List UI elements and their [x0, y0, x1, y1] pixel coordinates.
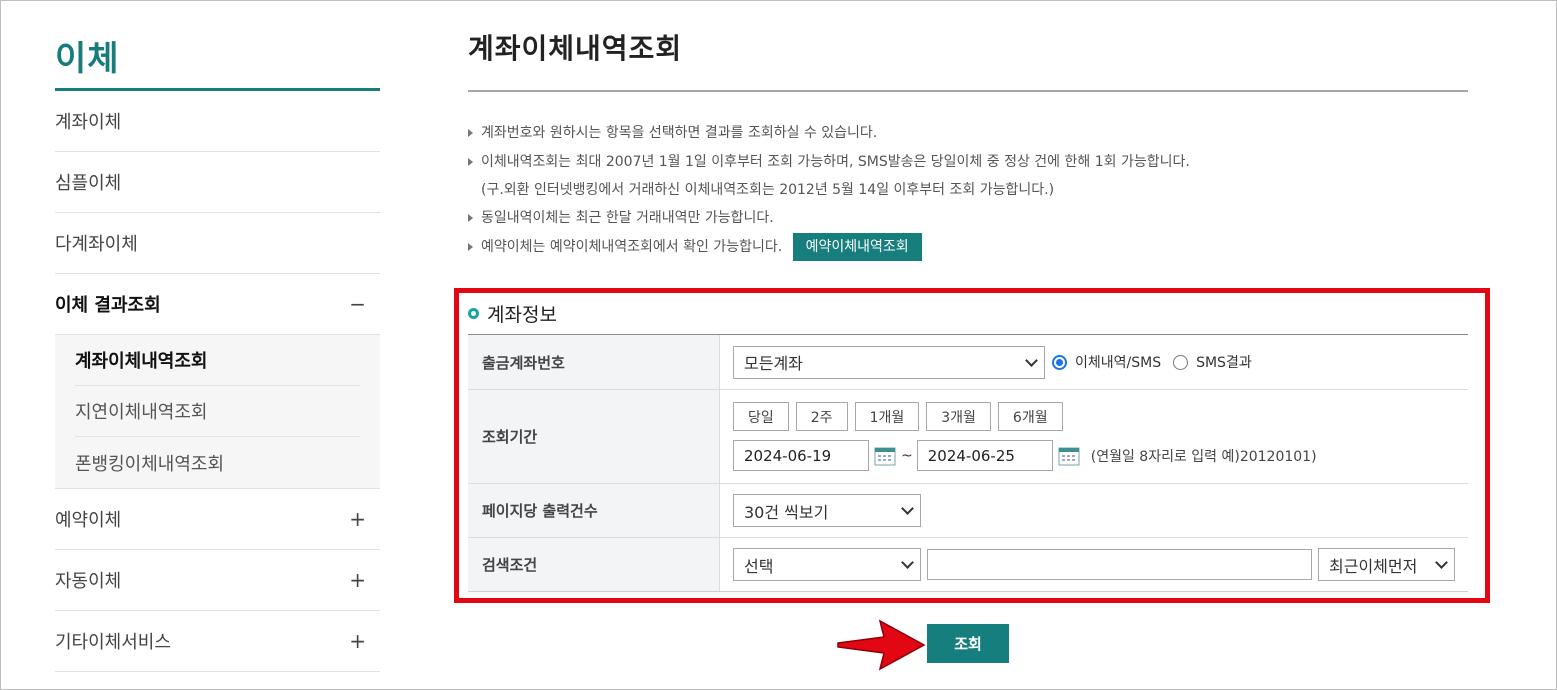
sort-order-select-value: 최근이체먼저	[1329, 556, 1418, 576]
page-size-select[interactable]: 30건 씩보기	[733, 494, 921, 527]
period-6months-button[interactable]: 6개월	[997, 402, 1063, 431]
sidebar-item-auto-transfer[interactable]: 자동이체 +	[55, 550, 380, 611]
account-label: 출금계좌번호	[468, 335, 720, 389]
expand-icon[interactable]: +	[349, 629, 366, 653]
sidebar-item-label: 계좌이체	[55, 112, 122, 133]
sidebar-item-transfer-results[interactable]: 이체 결과조회 −	[55, 274, 380, 335]
sidebar-nav: 이체 계좌이체 심플이체 다계좌이체 이체 결과조회 − 계좌이체내역조회 지연…	[55, 1, 380, 672]
sidebar-item-account-transfer[interactable]: 계좌이체	[55, 91, 380, 152]
date-format-hint: (연월일 8자리로 입력 예)20120101)	[1090, 448, 1317, 465]
bullet-circle-icon	[468, 308, 479, 319]
notice-text: 예약이체는 예약이체내역조회에서 확인 가능합니다.	[481, 239, 783, 255]
sidebar-item-scheduled-transfer[interactable]: 예약이체 +	[55, 489, 380, 550]
notice-item: 계좌번호와 원하시는 항목을 선택하면 결과를 조회하실 수 있습니다.	[468, 119, 1468, 148]
calendar-icon[interactable]	[1058, 446, 1080, 466]
search-submit-button[interactable]: 조회	[927, 624, 1009, 663]
sidebar-item-multi-account-transfer[interactable]: 다계좌이체	[55, 213, 380, 274]
page-size-select-value: 30건 씩보기	[744, 502, 829, 522]
chevron-down-icon	[901, 502, 914, 515]
chevron-down-icon	[901, 556, 914, 569]
search-condition-label: 검색조건	[468, 538, 720, 591]
sidebar-item-label: 다계좌이체	[55, 234, 138, 255]
period-button-group: 당일 2주 1개월 3개월 6개월	[733, 402, 1455, 431]
notice-item: 동일내역이체는 최근 한달 거래내역만 가능합니다.	[468, 204, 1468, 233]
submenu-item-delayed-transfer-history[interactable]: 지연이체내역조회	[75, 386, 360, 437]
scheduled-transfer-history-button[interactable]: 예약이체내역조회	[792, 233, 922, 261]
pointer-arrow-icon	[837, 619, 926, 671]
sidebar-item-label: 심플이체	[55, 173, 122, 194]
chevron-down-icon	[1435, 556, 1448, 569]
sidebar-item-label: 이체 결과조회	[55, 295, 161, 316]
notice-item-note: (구.외환 인터넷뱅킹에서 거래하신 이체내역조회는 2012년 5월 14일 …	[481, 182, 1055, 198]
period-1month-button[interactable]: 1개월	[854, 402, 920, 431]
title-divider	[468, 90, 1468, 92]
sort-order-select[interactable]: 최근이체먼저	[1318, 548, 1455, 581]
form-row-account: 출금계좌번호 모든계좌 이체내역/SMS SMS결과	[468, 335, 1468, 390]
radio-transfer-history-label: 이체내역/SMS	[1075, 355, 1162, 371]
period-2weeks-button[interactable]: 2주	[795, 402, 848, 431]
date-separator: ~	[901, 447, 913, 464]
collapse-icon[interactable]: −	[349, 292, 366, 316]
chevron-down-icon	[1025, 353, 1038, 367]
notice-list: 계좌번호와 원하시는 항목을 선택하면 결과를 조회하실 수 있습니다. 이체내…	[468, 119, 1468, 262]
sidebar-item-label: 기타이체서비스	[55, 632, 171, 653]
search-type-select[interactable]: 선택	[733, 548, 921, 581]
search-keyword-input[interactable]	[927, 549, 1312, 580]
submenu-item-phonebanking-transfer-history[interactable]: 폰뱅킹이체내역조회	[75, 437, 360, 488]
page-title: 계좌이체내역조회	[468, 32, 683, 65]
form-row-search: 검색조건 선택 최근이체먼저	[468, 538, 1468, 591]
sidebar-item-other-services[interactable]: 기타이체서비스 +	[55, 611, 380, 672]
radio-transfer-history[interactable]	[1052, 354, 1067, 370]
radio-sms-result[interactable]	[1173, 354, 1189, 370]
radio-sms-result-label: SMS결과	[1196, 355, 1252, 371]
sidebar-submenu: 계좌이체내역조회 지연이체내역조회 폰뱅킹이체내역조회	[55, 335, 380, 489]
notice-item-with-button: 예약이체는 예약이체내역조회에서 확인 가능합니다. 예약이체내역조회	[468, 233, 1468, 262]
page-size-label: 페이지당 출력건수	[468, 484, 720, 537]
period-today-button[interactable]: 당일	[733, 402, 789, 431]
notice-item: 이체내역조회는 최대 2007년 1월 1일 이후부터 조회 가능하며, SMS…	[468, 148, 1468, 177]
search-type-select-value: 선택	[744, 556, 774, 576]
expand-icon[interactable]: +	[349, 507, 366, 531]
form-row-page-size: 페이지당 출력건수 30건 씩보기	[468, 484, 1468, 538]
account-select[interactable]: 모든계좌	[733, 345, 1045, 379]
form-row-period: 조회기간 당일 2주 1개월 3개월 6개월 2024-06-19 ~ 2024…	[468, 390, 1468, 484]
start-date-input[interactable]: 2024-06-19	[733, 440, 869, 471]
end-date-input[interactable]: 2024-06-25	[916, 440, 1053, 471]
search-form-table: 출금계좌번호 모든계좌 이체내역/SMS SMS결과 조회기간 당일 2주 1개…	[468, 334, 1468, 592]
period-3months-button[interactable]: 3개월	[926, 402, 991, 431]
account-select-value: 모든계좌	[744, 354, 803, 373]
sidebar-item-label: 예약이체	[55, 510, 122, 531]
sidebar-item-simple-transfer[interactable]: 심플이체	[55, 152, 380, 213]
section-title: 계좌정보	[487, 304, 557, 326]
submenu-item-account-transfer-history[interactable]: 계좌이체내역조회	[75, 335, 360, 386]
sidebar-title: 이체	[55, 1, 380, 91]
calendar-icon[interactable]	[874, 446, 896, 466]
sidebar-item-label: 자동이체	[55, 571, 122, 592]
section-header: 계좌정보	[468, 300, 557, 327]
date-range: 2024-06-19 ~ 2024-06-25 (연월일 8자리로 입력 예)2…	[733, 440, 1455, 471]
period-label: 조회기간	[468, 390, 720, 483]
expand-icon[interactable]: +	[349, 568, 366, 592]
